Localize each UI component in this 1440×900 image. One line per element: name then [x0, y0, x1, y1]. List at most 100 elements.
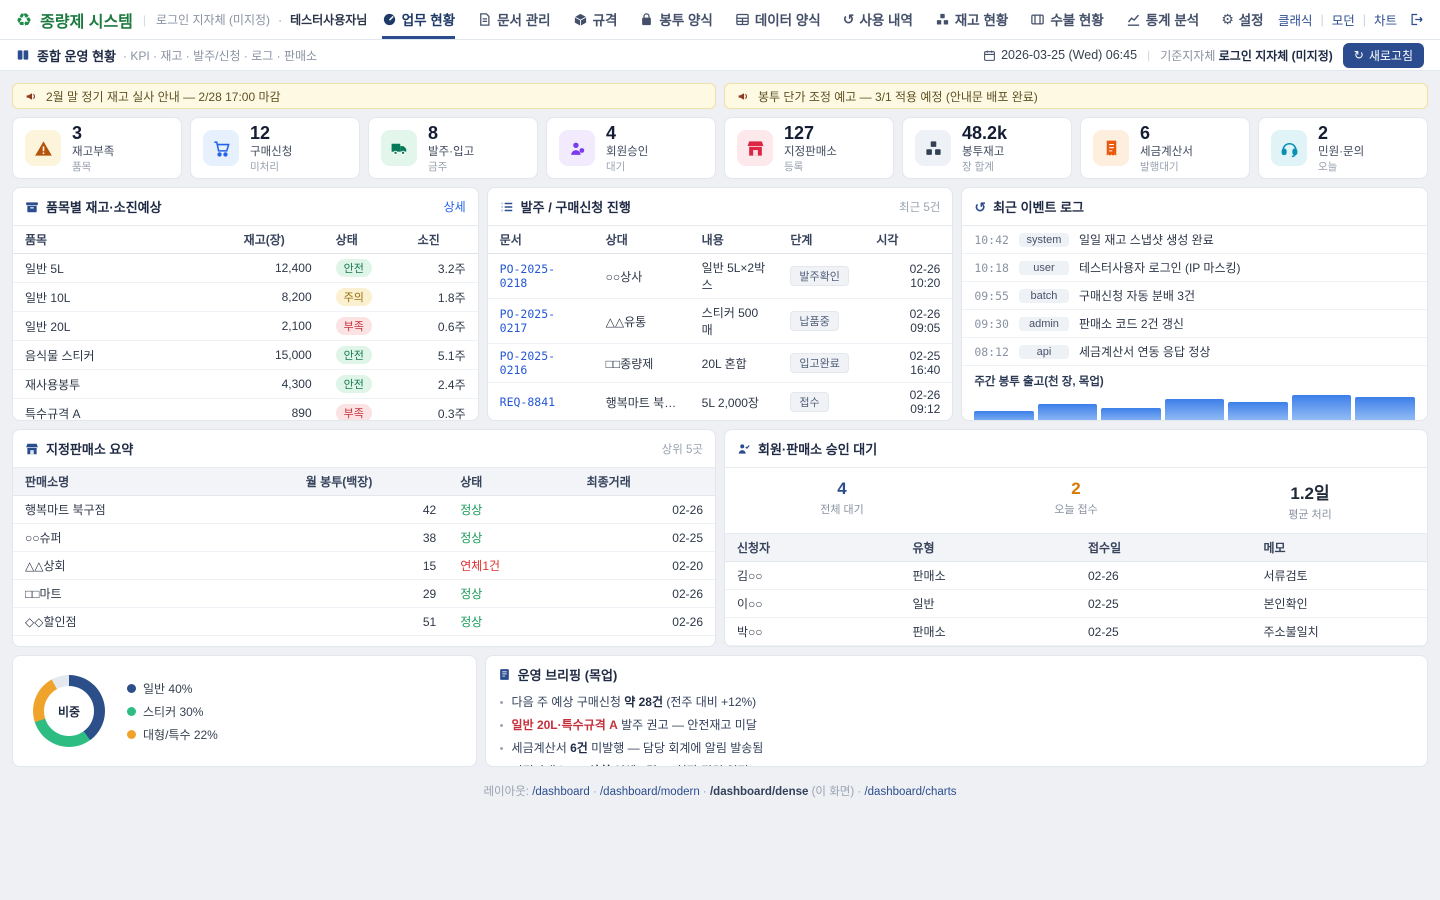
table-row[interactable]: PO-2025-0218○○상사일반 5L×2박스발주확인02-26 10:20: [488, 254, 953, 299]
doc-link[interactable]: PO-2025-0218: [500, 262, 555, 290]
table-row[interactable]: 일반 10L8,200주의1.8주: [13, 283, 478, 312]
nav-statistics[interactable]: 통계 분석: [1126, 0, 1199, 39]
table-row[interactable]: 일반 20L2,100부족0.6주: [13, 312, 478, 341]
table-row[interactable]: PO-2025-0216□□종량제20L 혼합입고완료02-25 16:40: [488, 344, 953, 383]
megaphone-icon: [25, 90, 38, 103]
table-row[interactable]: 재사용봉투4,300안전2.4주: [13, 370, 478, 399]
col-header: 월 봉투(백장): [294, 468, 448, 496]
table-row[interactable]: ○○슈퍼38정상02-25: [13, 524, 715, 552]
nav-label: 사용 내역: [859, 9, 912, 29]
kpi-card-orders-inbound[interactable]: 8발주·입고금주: [368, 117, 538, 179]
nav-bag-forms[interactable]: 봉투 양식: [639, 0, 712, 39]
table-row[interactable]: △△상회15연체1건02-20: [13, 552, 715, 580]
nav-work-status[interactable]: 업무 현황: [382, 0, 455, 39]
cubes-icon: [915, 130, 951, 166]
table-row[interactable]: 음식물 스티커15,000안전5.1주: [13, 341, 478, 370]
legend-dot: [127, 684, 136, 693]
nav-usage-history[interactable]: ↺ 사용 내역: [843, 0, 913, 39]
nav-label: 봉투 양식: [659, 9, 712, 29]
col-header: 시각: [864, 226, 952, 254]
page-title: 종합 운영 현황: [37, 46, 116, 65]
table-row[interactable]: 이○○일반02-25본인확인: [725, 590, 1427, 618]
doc-link[interactable]: PO-2025-0216: [500, 349, 555, 377]
link-classic[interactable]: 클래식: [1278, 10, 1313, 29]
table-row[interactable]: PO-2025-0217△△유통스티커 500매납품중02-26 09:05: [488, 299, 953, 344]
footer-link-charts[interactable]: /dashboard/charts: [864, 786, 956, 798]
kpi-card-bag-inventory[interactable]: 48.2k봉투재고장 합계: [902, 117, 1072, 179]
film-icon: [1030, 12, 1045, 27]
list-icon: [500, 200, 514, 214]
panel-meta: 상위 5곳: [662, 441, 703, 457]
status-badge: 부족: [336, 404, 372, 421]
legend-item: 스티커 30%: [127, 703, 218, 720]
notice-text: 봉투 단가 조정 예고 — 3/1 적용 예정 (안내문 배포 완료): [758, 88, 1038, 105]
basis-entity: 기준지자체 로그인 지자체 (미지정): [1160, 47, 1333, 64]
kpi-value: 6: [1140, 123, 1150, 143]
kpi-card-stock-shortage[interactable]: 3재고부족품목: [12, 117, 182, 179]
kpi-card-tax-invoices[interactable]: 6세금계산서발행대기: [1080, 117, 1250, 179]
user-name: 테스터사용자님: [290, 11, 367, 28]
table-row[interactable]: 행복마트 북구점42정상02-26: [13, 496, 715, 524]
megaphone-icon: [737, 90, 750, 103]
recycle-icon: ♻: [16, 11, 32, 29]
link-modern[interactable]: 모던: [1332, 10, 1355, 29]
nav-documents[interactable]: 문서 관리: [477, 0, 550, 39]
table-row[interactable]: 일반 5L12,400안전3.2주: [13, 254, 478, 283]
table-icon: [735, 12, 750, 27]
col-header: 상대: [594, 226, 690, 254]
table-row[interactable]: REQ-8841행복마트 북…5L 2,000장접수02-26 09:12: [488, 383, 953, 422]
footer-link-dashboard[interactable]: /dashboard: [532, 786, 590, 798]
breadcrumb: · KPI · 재고 · 발주/신청 · 로그 · 판매소: [123, 47, 317, 64]
current-datetime: 2026-03-25 (Wed) 06:45: [983, 48, 1137, 62]
store-status: 정상: [460, 531, 482, 545]
kpi-sublabel: 미처리: [250, 161, 279, 173]
kpi-value: 8: [428, 123, 438, 143]
logout-icon[interactable]: [1409, 12, 1424, 27]
panel-meta: 최근 5건: [899, 199, 940, 215]
cubes-icon: [935, 12, 950, 27]
detail-link[interactable]: 상세: [444, 198, 466, 215]
kpi-value: 2: [1318, 123, 1328, 143]
table-row[interactable]: 박○○판매소02-25주소불일치: [725, 618, 1427, 646]
sub-header: 종합 운영 현황 · KPI · 재고 · 발주/신청 · 로그 · 판매소 2…: [0, 40, 1440, 71]
kpi-card-member-approvals[interactable]: 4회원승인대기: [546, 117, 716, 179]
link-chart[interactable]: 차트: [1374, 10, 1397, 29]
doc-link[interactable]: PO-2025-0217: [500, 307, 555, 335]
bar: [1038, 404, 1098, 421]
bar: [974, 411, 1034, 421]
nav-label: 수불 현황: [1050, 9, 1103, 29]
col-header: 유형: [901, 534, 1077, 562]
doc-link[interactable]: REQ-8841: [500, 395, 555, 409]
kpi-sublabel: 등록: [784, 161, 803, 173]
refresh-button[interactable]: ↻ 새로고침: [1343, 43, 1424, 68]
kpi-card-purchase-requests[interactable]: 12구매신청미처리: [190, 117, 360, 179]
store-icon: [737, 130, 773, 166]
col-header: 상태: [324, 226, 406, 254]
col-header: 재고(장): [232, 226, 324, 254]
nav-label: 문서 관리: [497, 9, 550, 29]
nav-ledger[interactable]: 수불 현황: [1030, 0, 1103, 39]
basis-value: 로그인 지자체 (미지정): [1219, 49, 1333, 63]
nav-data-forms[interactable]: 데이터 양식: [735, 0, 821, 39]
kpi-card-inquiries[interactable]: 2민원·문의오늘: [1258, 117, 1428, 179]
table-row[interactable]: ◇◇할인점51정상02-26: [13, 608, 715, 636]
notice-text: 2월 말 정기 재고 실사 안내 — 2/28 17:00 마감: [46, 88, 281, 105]
footer-link-modern[interactable]: /dashboard/modern: [600, 786, 700, 798]
log-message: 판매소 코드 2건 갱신: [1079, 315, 1184, 332]
kpi-label: 재고부족: [72, 146, 114, 158]
kpi-card-designated-stores[interactable]: 127지정판매소등록: [724, 117, 894, 179]
table-row[interactable]: 김○○판매소02-26서류검토: [725, 562, 1427, 590]
table-row[interactable]: 특수규격 A890부족0.3주: [13, 399, 478, 422]
log-tag: admin: [1019, 317, 1069, 331]
col-header: 소진: [406, 226, 478, 254]
divider: |: [143, 13, 146, 27]
dot: ·: [278, 13, 282, 27]
nav-settings[interactable]: ⚙ 설정: [1221, 0, 1263, 39]
kpi-sublabel: 대기: [606, 161, 625, 173]
dot: ·: [857, 786, 861, 798]
table-row[interactable]: □□마트29정상02-26: [13, 580, 715, 608]
nav-specs[interactable]: 규격: [573, 0, 618, 39]
nav-inventory[interactable]: 재고 현황: [935, 0, 1008, 39]
login-entity: 로그인 지자체 (미지정): [156, 11, 270, 28]
layout-switcher: 클래식 | 모던 | 차트: [1278, 10, 1424, 29]
